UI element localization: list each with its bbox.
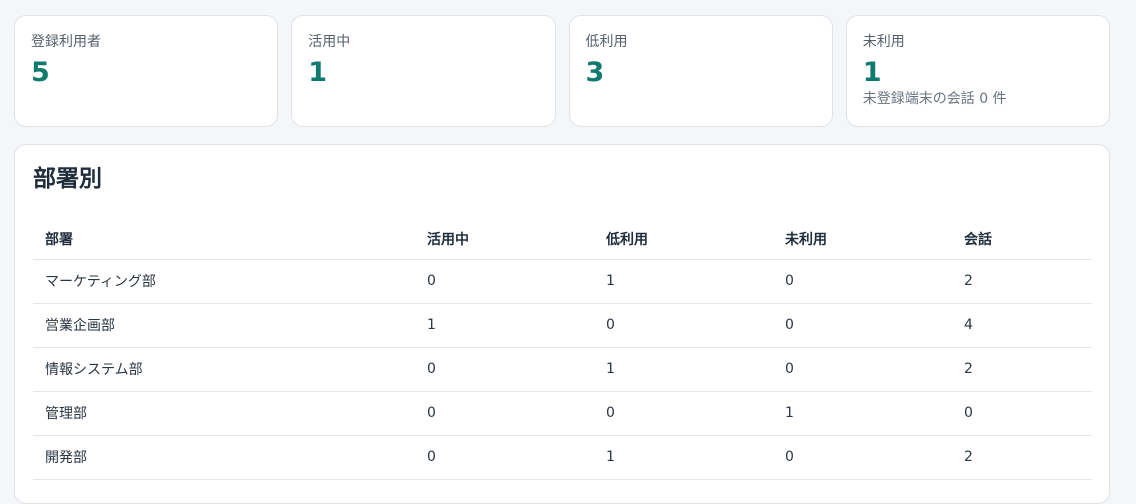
stat-label: 登録利用者 (31, 34, 101, 50)
cell-low-usage: 0 (594, 391, 773, 436)
column-header-low-usage: 低利用 (594, 219, 773, 260)
stat-label: 活用中 (308, 34, 351, 50)
cell-unused: 1 (773, 391, 952, 436)
cell-active: 0 (415, 347, 594, 392)
cell-sessions: 2 (952, 347, 1092, 392)
cell-unused: 0 (773, 347, 952, 392)
cell-department: マーケティング部 (33, 259, 415, 304)
cell-sessions: 2 (952, 259, 1092, 304)
stat-value: 3 (585, 57, 605, 88)
department-table: 部署 活用中 低利用 未利用 会話 マーケティング部 0 1 0 2 営業企画部… (33, 219, 1092, 480)
cell-department: 管理部 (33, 391, 415, 436)
table-header-row: 部署 活用中 低利用 未利用 会話 (33, 219, 1092, 260)
table-row: 営業企画部 1 0 0 4 (33, 303, 1092, 348)
stat-card-active: 活用中 1 (291, 15, 556, 127)
cell-low-usage: 1 (594, 435, 773, 480)
cell-unused: 0 (773, 435, 952, 480)
stat-card-unused: 未利用 1 未登録端末の会話 0 件 (845, 15, 1110, 127)
cell-active: 0 (415, 391, 594, 436)
stat-value: 5 (31, 57, 50, 88)
table-row: 開発部 0 1 0 2 (33, 435, 1092, 480)
stat-note: 未登録端末の会話 0 件 (862, 91, 1007, 107)
cell-department: 情報システム部 (33, 347, 415, 392)
panel-title: 部署別 (33, 166, 102, 192)
column-header-department: 部署 (33, 219, 415, 260)
stat-card-low-usage: 低利用 3 (568, 15, 833, 127)
column-header-active: 活用中 (415, 219, 594, 260)
cell-low-usage: 0 (594, 303, 773, 348)
column-header-unused: 未利用 (773, 219, 952, 260)
column-header-sessions: 会話 (952, 219, 1092, 260)
cell-low-usage: 1 (594, 347, 773, 392)
stat-label: 未利用 (862, 34, 905, 50)
cell-low-usage: 1 (594, 259, 773, 304)
table-row: マーケティング部 0 1 0 2 (33, 259, 1092, 304)
cell-active: 0 (415, 259, 594, 304)
stat-value: 1 (308, 57, 328, 88)
cell-sessions: 4 (952, 303, 1092, 348)
cell-department: 営業企画部 (33, 303, 415, 348)
cell-unused: 0 (773, 303, 952, 348)
cell-sessions: 0 (952, 391, 1092, 436)
cell-active: 1 (415, 303, 594, 348)
cell-active: 0 (415, 435, 594, 480)
stats-row: 登録利用者 5 活用中 1 低利用 3 未利用 1 未登録端末の会話 0 件 (14, 15, 1110, 127)
table-row: 情報システム部 0 1 0 2 (33, 347, 1092, 392)
cell-unused: 0 (773, 259, 952, 304)
department-panel: 部署別 部署 活用中 低利用 未利用 会話 マーケティング部 0 1 0 2 営… (14, 144, 1110, 504)
table-row: 管理部 0 0 1 0 (33, 391, 1092, 436)
stat-card-registered-users: 登録利用者 5 (14, 15, 279, 127)
cell-sessions: 2 (952, 435, 1092, 480)
stat-label: 低利用 (585, 34, 628, 50)
stat-value: 1 (862, 57, 882, 88)
cell-department: 開発部 (33, 435, 415, 480)
